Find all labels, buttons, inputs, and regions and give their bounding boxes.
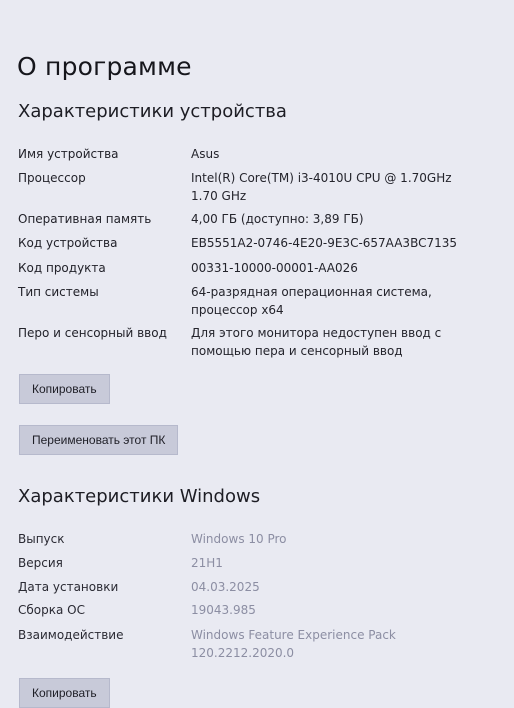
spec-value: Asus: [191, 147, 220, 161]
spec-value: 4,00 ГБ (доступно: 3,89 ГБ): [191, 212, 364, 226]
spec-label: Тип системы: [18, 285, 99, 299]
spec-value: Windows 10 Pro: [191, 532, 287, 546]
page-title: О программе: [17, 52, 192, 81]
spec-value: 19043.985: [191, 603, 256, 617]
device-specs-heading: Характеристики устройства: [18, 101, 287, 122]
rename-pc-button[interactable]: Переименовать этот ПК: [19, 425, 179, 455]
spec-value[interactable]: 00331-10000-00001-AA026: [191, 259, 476, 277]
spec-label: Взаимодействие: [18, 628, 124, 642]
spec-label: Версия: [18, 556, 63, 570]
spec-value: 21H1: [191, 556, 223, 570]
spec-value: 04.03.2025: [191, 580, 260, 594]
spec-value: Для этого монитора недоступен ввод с пом…: [191, 326, 442, 358]
copy-device-specs-button[interactable]: Копировать: [19, 374, 110, 404]
spec-label: Сборка ОС: [18, 603, 85, 617]
copy-windows-specs-button[interactable]: Копировать: [19, 678, 110, 708]
spec-value: Windows Feature Experience Pack 120.2212…: [191, 628, 396, 660]
spec-label: Процессор: [18, 171, 86, 185]
windows-specs-heading: Характеристики Windows: [18, 486, 261, 507]
spec-value[interactable]: EB5551A2-0746-4E20-9E3C-657AA3BC7135: [191, 234, 476, 252]
spec-value: Intel(R) Core(TM) i3-4010U CPU @ 1.70GHz…: [191, 171, 452, 203]
spec-label: Имя устройства: [18, 147, 119, 161]
spec-label: Выпуск: [18, 532, 65, 546]
spec-label: Оперативная память: [18, 212, 152, 226]
spec-label: Код устройства: [18, 236, 118, 250]
spec-label: Дата установки: [18, 580, 119, 594]
spec-label: Код продукта: [18, 261, 106, 275]
spec-value: 64-разрядная операционная система, проце…: [191, 285, 432, 317]
spec-label: Перо и сенсорный ввод: [18, 326, 167, 340]
